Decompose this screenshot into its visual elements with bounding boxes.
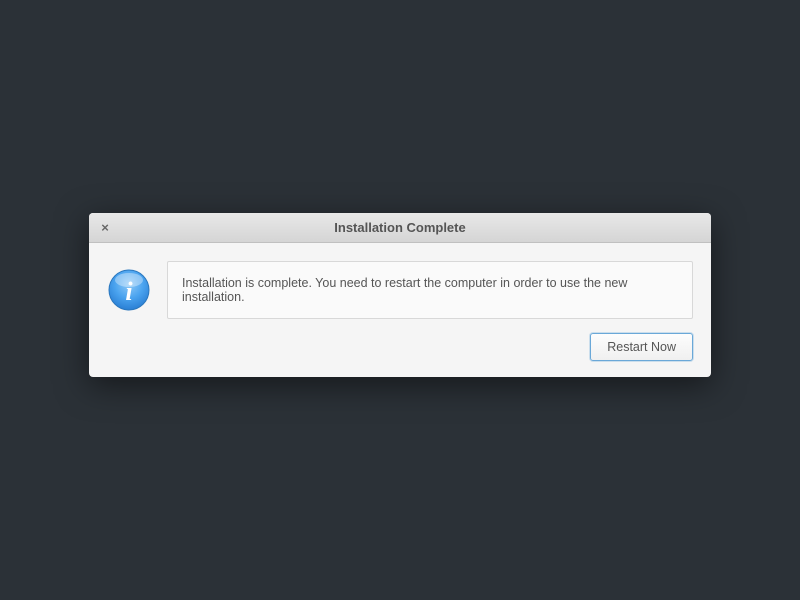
close-button[interactable]: ×	[97, 220, 113, 236]
restart-now-button[interactable]: Restart Now	[590, 333, 693, 361]
button-row: Restart Now	[107, 333, 693, 361]
dialog-title: Installation Complete	[89, 220, 711, 235]
info-icon: i	[107, 268, 151, 312]
svg-text:i: i	[125, 277, 133, 306]
dialog-titlebar: × Installation Complete	[89, 213, 711, 243]
message-text: Installation is complete. You need to re…	[182, 276, 627, 304]
installation-complete-dialog: × Installation Complete i	[89, 213, 711, 377]
close-icon: ×	[101, 221, 109, 234]
dialog-content-row: i Installation is complete. You need to …	[107, 261, 693, 319]
dialog-body: i Installation is complete. You need to …	[89, 243, 711, 377]
message-box: Installation is complete. You need to re…	[167, 261, 693, 319]
